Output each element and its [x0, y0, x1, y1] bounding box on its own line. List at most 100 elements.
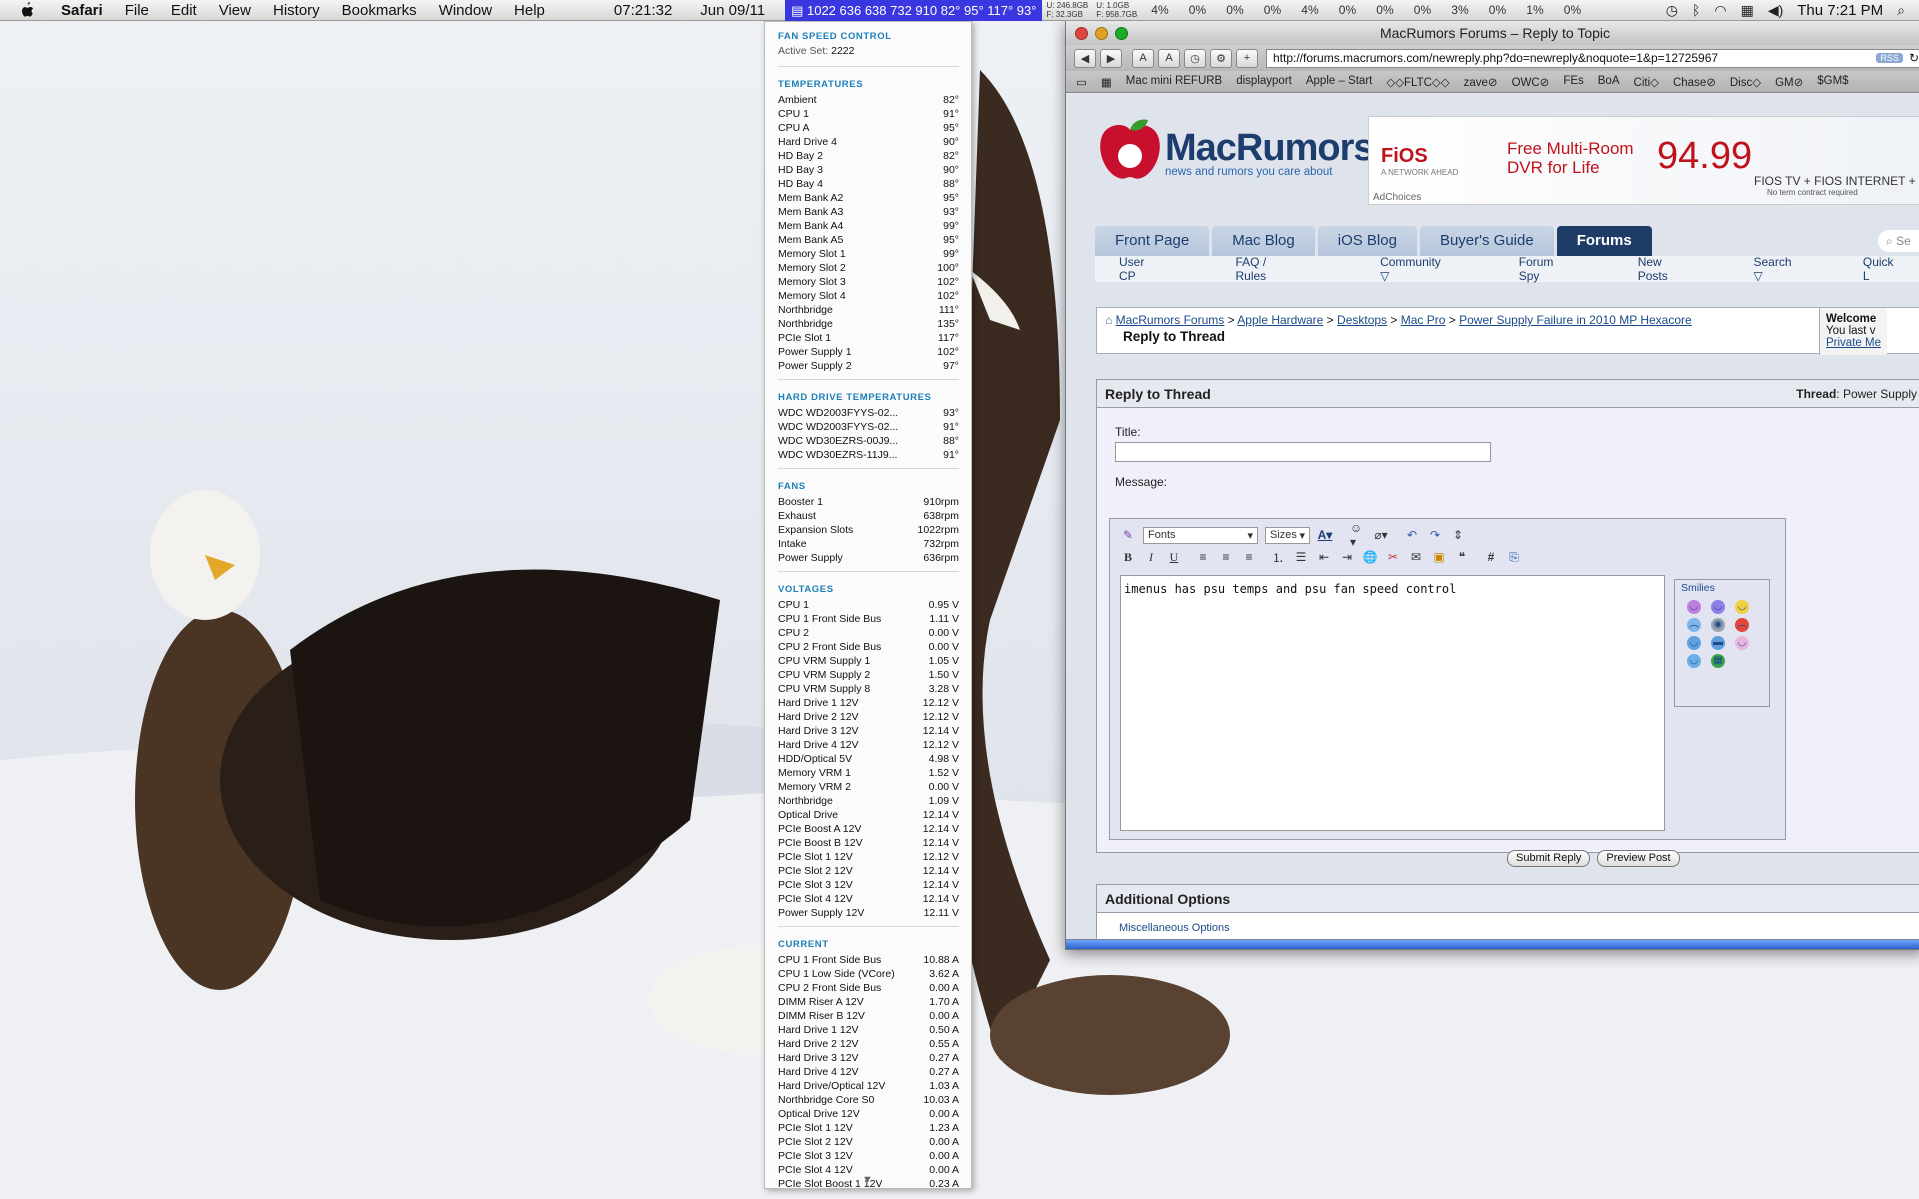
- smilie-icon[interactable]: ▬: [1711, 636, 1725, 650]
- italic-icon[interactable]: I: [1143, 549, 1159, 565]
- align-center-icon[interactable]: ≡: [1218, 549, 1234, 565]
- disk-usage-1[interactable]: U: 246.8GB F: 32.3GB: [1042, 1, 1092, 19]
- sensor-row[interactable]: Hard Drive 3 12V 12.14 V: [778, 724, 959, 738]
- sensor-row[interactable]: Northbridge 1.09 V: [778, 794, 959, 808]
- sensor-row[interactable]: CPU VRM Supply 2 1.50 V: [778, 668, 959, 682]
- cpu-percent[interactable]: 1%: [1516, 3, 1554, 17]
- cpu-percent[interactable]: 4%: [1141, 3, 1179, 17]
- align-right-icon[interactable]: ≡: [1241, 549, 1257, 565]
- sensor-row[interactable]: CPU 1 Low Side (VCore) 3.62 A: [778, 967, 959, 981]
- sensor-row[interactable]: Hard Drive 2 12V 0.55 A: [778, 1037, 959, 1051]
- insert-image-icon[interactable]: ▣: [1431, 549, 1447, 565]
- sensor-row[interactable]: Exhaust 638rpm: [778, 509, 959, 523]
- attachment-icon[interactable]: ⌀▾: [1373, 527, 1389, 543]
- menu-edit[interactable]: Edit: [160, 0, 208, 21]
- sensor-section-heading[interactable]: FANS: [778, 481, 959, 492]
- quote-icon[interactable]: ❝: [1454, 549, 1470, 565]
- window-titlebar[interactable]: MacRumors Forums – Reply to Topic: [1066, 21, 1919, 45]
- disk-usage-2[interactable]: U: 1.0GB F: 958.7GB: [1092, 1, 1141, 19]
- resize-toolbar-icon[interactable]: ⇕: [1450, 527, 1466, 543]
- sensor-row[interactable]: Expansion Slots 1022rpm: [778, 523, 959, 537]
- subnav-search[interactable]: Search ▽: [1715, 255, 1824, 283]
- submit-reply-button[interactable]: Submit Reply: [1507, 850, 1591, 867]
- cpu-percent[interactable]: 0%: [1254, 3, 1292, 17]
- apple-smilie-icon[interactable]: [1735, 654, 1749, 668]
- sensor-row[interactable]: WDC WD30EZRS-00J9... 88°: [778, 434, 959, 448]
- sensor-row[interactable]: Mem Bank A3 93°: [778, 205, 959, 219]
- history-icon[interactable]: ◷: [1184, 48, 1206, 68]
- sensor-section-heading[interactable]: VOLTAGES: [778, 584, 959, 595]
- time-machine-icon[interactable]: ◷: [1666, 2, 1678, 19]
- add-bookmark-button[interactable]: +: [1236, 48, 1258, 68]
- sensor-row[interactable]: CPU 2 0.00 V: [778, 626, 959, 640]
- rss-icon[interactable]: RSS: [1876, 53, 1903, 63]
- hardware-monitor-menu[interactable]: ▤ 1022 636 638 732 910 82° 95° 117° 93°: [785, 0, 1043, 21]
- insert-smilie-icon[interactable]: ☺▾: [1350, 521, 1366, 549]
- sensor-row[interactable]: HDD/Optical 5V 4.98 V: [778, 752, 959, 766]
- subnav-community[interactable]: Community ▽: [1320, 255, 1473, 283]
- smilie-icon[interactable]: ︵: [1687, 618, 1701, 632]
- sensor-row[interactable]: PCIe Slot 2 12V 12.14 V: [778, 864, 959, 878]
- outdent-icon[interactable]: ⇤: [1316, 549, 1332, 565]
- sensor-row[interactable]: PCIe Slot 3 12V 12.14 V: [778, 878, 959, 892]
- sensor-row[interactable]: Mem Bank A2 95°: [778, 191, 959, 205]
- sensor-row[interactable]: Optical Drive 12V 0.00 A: [778, 1107, 959, 1121]
- menubar-date[interactable]: Jun 09/11: [686, 2, 779, 19]
- sensor-row[interactable]: Memory VRM 1 1.52 V: [778, 766, 959, 780]
- preview-post-button[interactable]: Preview Post: [1597, 850, 1680, 867]
- sensor-row[interactable]: Booster 1 910rpm: [778, 495, 959, 509]
- sensor-row[interactable]: Hard Drive 1 12V 12.12 V: [778, 696, 959, 710]
- sensor-row[interactable]: Mem Bank A4 99°: [778, 219, 959, 233]
- sensor-row[interactable]: Memory Slot 3 102°: [778, 275, 959, 289]
- sensor-row[interactable]: Northbridge 111°: [778, 303, 959, 317]
- sensor-row[interactable]: Memory VRM 2 0.00 V: [778, 780, 959, 794]
- top-sites-icon[interactable]: ▦: [1101, 75, 1112, 89]
- forward-button[interactable]: ▶: [1100, 48, 1122, 68]
- tab-forums[interactable]: Forums: [1556, 226, 1652, 256]
- subnav-new-posts[interactable]: New Posts: [1598, 255, 1716, 283]
- sensor-row[interactable]: Memory Slot 1 99°: [778, 247, 959, 261]
- sensor-row[interactable]: HD Bay 4 88°: [778, 177, 959, 191]
- menu-bookmarks[interactable]: Bookmarks: [331, 0, 428, 21]
- tab-ios-blog[interactable]: iOS Blog: [1317, 226, 1417, 256]
- breadcrumb-link[interactable]: Apple Hardware: [1237, 313, 1323, 327]
- menu-help[interactable]: Help: [503, 0, 556, 21]
- sensor-row[interactable]: Power Supply 12V 12.11 V: [778, 906, 959, 920]
- sensor-row[interactable]: Power Supply 2 97°: [778, 359, 959, 373]
- bookmark-item[interactable]: ◇◇FLTC◇◇: [1386, 75, 1449, 89]
- bookmark-item[interactable]: Disc◇: [1730, 75, 1761, 89]
- bookmark-item[interactable]: Chase⊘: [1673, 75, 1716, 89]
- smilie-icon[interactable]: ◡: [1735, 636, 1749, 650]
- breadcrumb-link[interactable]: Power Supply Failure in 2010 MP Hexacore: [1459, 313, 1692, 327]
- sensor-row[interactable]: DIMM Riser B 12V 0.00 A: [778, 1009, 959, 1023]
- cpu-percent[interactable]: 3%: [1441, 3, 1479, 17]
- sensor-row[interactable]: Hard Drive 1 12V 0.50 A: [778, 1023, 959, 1037]
- smilie-icon[interactable]: ◡: [1687, 654, 1701, 668]
- cpu-percent[interactable]: 0%: [1216, 3, 1254, 17]
- bookmark-item[interactable]: $GM$: [1817, 75, 1848, 89]
- tab-front-page[interactable]: Front Page: [1095, 226, 1210, 256]
- breadcrumb-link[interactable]: Desktops: [1337, 313, 1387, 327]
- ad-choices[interactable]: AdChoices: [1373, 192, 1421, 203]
- sensor-section-heading[interactable]: TEMPERATURES: [778, 79, 959, 90]
- sensor-row[interactable]: CPU 1 Front Side Bus 1.11 V: [778, 612, 959, 626]
- sensor-row[interactable]: CPU A 95°: [778, 121, 959, 135]
- menubar-time[interactable]: 07:21:32: [600, 2, 686, 19]
- indent-icon[interactable]: ⇥: [1339, 549, 1355, 565]
- sensor-row[interactable]: Power Supply 636rpm: [778, 551, 959, 565]
- menu-view[interactable]: View: [208, 0, 262, 21]
- subnav-quick-links[interactable]: Quick L: [1825, 255, 1919, 283]
- sensor-row[interactable]: PCIe Slot 3 12V 0.00 A: [778, 1149, 959, 1163]
- sensor-row[interactable]: Hard Drive 3 12V 0.27 A: [778, 1051, 959, 1065]
- wifi-icon[interactable]: ◠: [1714, 2, 1726, 19]
- macrumors-logo[interactable]: MacRumors news and rumors you care about: [1095, 116, 1374, 188]
- menu-app-safari[interactable]: Safari: [50, 0, 114, 21]
- sensor-row[interactable]: Hard Drive/Optical 12V 1.03 A: [778, 1079, 959, 1093]
- sensor-row[interactable]: Mem Bank A5 95°: [778, 233, 959, 247]
- menu-file[interactable]: File: [114, 0, 160, 21]
- text-bigger-button[interactable]: A: [1158, 48, 1180, 68]
- sensor-row[interactable]: CPU 2 Front Side Bus 0.00 V: [778, 640, 959, 654]
- sensor-row[interactable]: CPU 1 0.95 V: [778, 598, 959, 612]
- insert-link-icon[interactable]: 🌐: [1362, 549, 1378, 565]
- fan-speed-control-heading[interactable]: FAN SPEED CONTROL: [778, 31, 959, 42]
